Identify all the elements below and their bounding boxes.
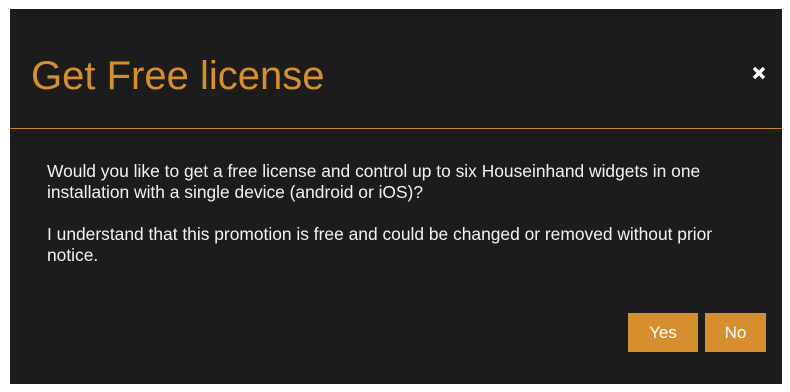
dialog: Get Free license Would you like to get a… xyxy=(10,9,782,384)
close-icon xyxy=(752,66,766,80)
dialog-message: Would you like to get a free license and… xyxy=(47,161,701,202)
close-button[interactable] xyxy=(744,55,774,91)
dialog-disclaimer: I understand that this promotion is free… xyxy=(47,224,713,265)
yes-button[interactable]: Yes xyxy=(628,313,698,352)
no-button[interactable]: No xyxy=(705,313,766,352)
dialog-title: Get Free license xyxy=(31,54,325,98)
dialog-header: Get Free license xyxy=(10,9,782,129)
dialog-body: Would you like to get a free license and… xyxy=(47,161,762,266)
